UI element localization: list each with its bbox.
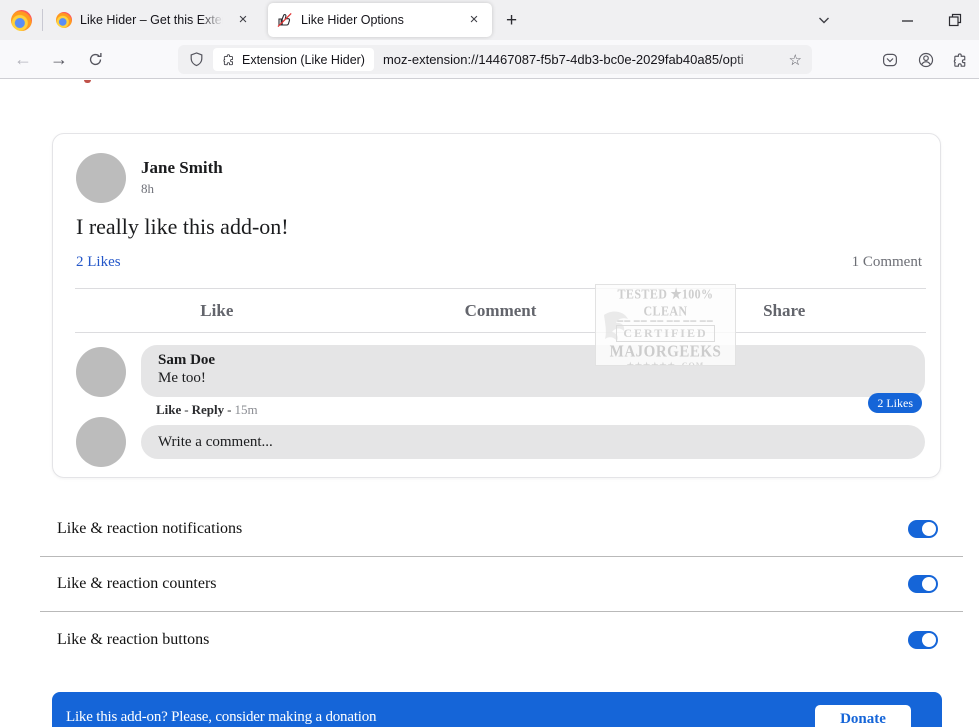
address-bar[interactable]: Extension (Like Hider) moz-extension://1… [178,45,812,74]
reload-button[interactable] [80,45,110,73]
tab-like-hider-store[interactable]: Like Hider – Get this Extension f × [47,4,261,36]
chevron-down-icon [819,17,829,24]
url-text[interactable]: moz-extension://14467087-f5b7-4db3-bc0e-… [383,52,785,67]
restore-icon [948,13,962,27]
account-icon [918,52,934,68]
pocket-button[interactable] [876,46,904,74]
extensions-puzzle-icon [953,52,965,67]
pocket-icon [883,53,897,67]
extensions-button[interactable] [946,46,974,74]
tab-title: Like Hider Options [301,13,404,27]
comment-timestamp: 15m [234,402,258,417]
post-actions-row: Like Comment Share [75,289,926,332]
close-icon[interactable]: × [234,11,252,29]
comment-text: Me too! [158,370,206,386]
new-tab-button[interactable]: + [499,8,524,33]
tab-title: Like Hider – Get this Extension f [80,13,226,27]
account-button[interactable] [912,46,940,74]
setting-label: Like & reaction notifications [57,520,243,537]
majorgeeks-watermark: TESTED ★100% CLEAN ▬▬ ▬▬ ▬▬ ▬▬ ▬▬ ▬▬ CER… [595,284,736,366]
minimize-icon [901,19,913,22]
toggle-like-reaction-buttons[interactable] [908,630,938,649]
like-hider-favicon-icon [277,12,293,28]
toggle-knob [922,632,936,647]
setting-label: Like & reaction buttons [57,630,210,648]
avatar [76,417,126,467]
tab-bar: Like Hider – Get this Extension f × Like… [0,0,979,40]
browser-window: Like Hider – Get this Extension f × Like… [0,0,979,727]
scrolled-header-fragment [84,80,91,83]
back-button[interactable]: ← [8,45,38,73]
donate-button[interactable]: Donate [815,705,911,727]
puzzle-piece-icon [223,53,233,65]
comment-input[interactable]: Write a comment... [141,425,925,459]
comment-meta-row: Like - Reply -15m [156,402,258,417]
divider [75,332,926,333]
comment-reply-link[interactable]: Reply [192,402,225,417]
avatar [76,153,126,203]
firefox-logo-icon [10,10,32,31]
close-icon[interactable]: × [465,11,483,29]
reload-icon [89,52,102,65]
toggle-like-reaction-counters[interactable] [908,575,938,593]
post-author-block: Jane Smith 8h [141,158,223,197]
settings-list: Like & reaction notifications Like & rea… [40,502,963,667]
extension-permission-chip[interactable]: Extension (Like Hider) [213,48,374,71]
toggle-knob [922,577,936,591]
firefox-menu-button[interactable] [7,8,35,33]
minimize-button[interactable] [892,6,922,34]
post-comment-count[interactable]: 1 Comment [852,254,922,271]
firefox-favicon-icon [56,12,72,28]
toggle-like-reaction-notifications[interactable] [908,520,938,538]
donation-message: Like this add-on? Please, consider makin… [66,709,377,725]
comment-like-link[interactable]: Like [156,402,181,417]
post-timestamp: 8h [141,181,154,196]
comment-bubble: Sam Doe Me too! [141,345,925,397]
tab-strip-divider [42,9,43,31]
extension-chip-label: Extension (Like Hider) [242,52,365,67]
options-page: Jane Smith 8h I really like this add-on!… [0,80,979,727]
list-all-tabs-button[interactable] [809,6,839,34]
setting-row-notifications: Like & reaction notifications [40,502,963,557]
setting-row-counters: Like & reaction counters [40,557,963,612]
tab-like-hider-options[interactable]: Like Hider Options × [268,3,492,37]
setting-label: Like & reaction counters [57,575,217,592]
watermark-eagle-icon [604,311,628,341]
post-author-name: Jane Smith [141,158,223,177]
comment-author-name: Sam Doe [158,352,216,368]
bookmark-star-icon[interactable]: ☆ [789,51,802,69]
shield-icon[interactable] [188,51,205,68]
restore-window-button[interactable] [940,6,970,34]
like-button[interactable]: Like [75,289,359,332]
forward-button[interactable]: → [44,45,74,73]
toggle-knob [922,522,936,536]
comment-likes-badge[interactable]: 2 Likes [868,393,922,413]
post-preview-card: Jane Smith 8h I really like this add-on!… [52,133,941,478]
donation-banner: Like this add-on? Please, consider makin… [52,692,942,727]
avatar [76,347,126,397]
post-likes-link[interactable]: 2 Likes [76,254,121,271]
post-text: I really like this add-on! [76,214,289,239]
setting-row-buttons: Like & reaction buttons [40,612,963,667]
navigation-toolbar: ← → Extension (Like Hider) moz-extension… [0,40,979,79]
post-stats-row: 2 Likes 1 Comment [76,254,922,271]
